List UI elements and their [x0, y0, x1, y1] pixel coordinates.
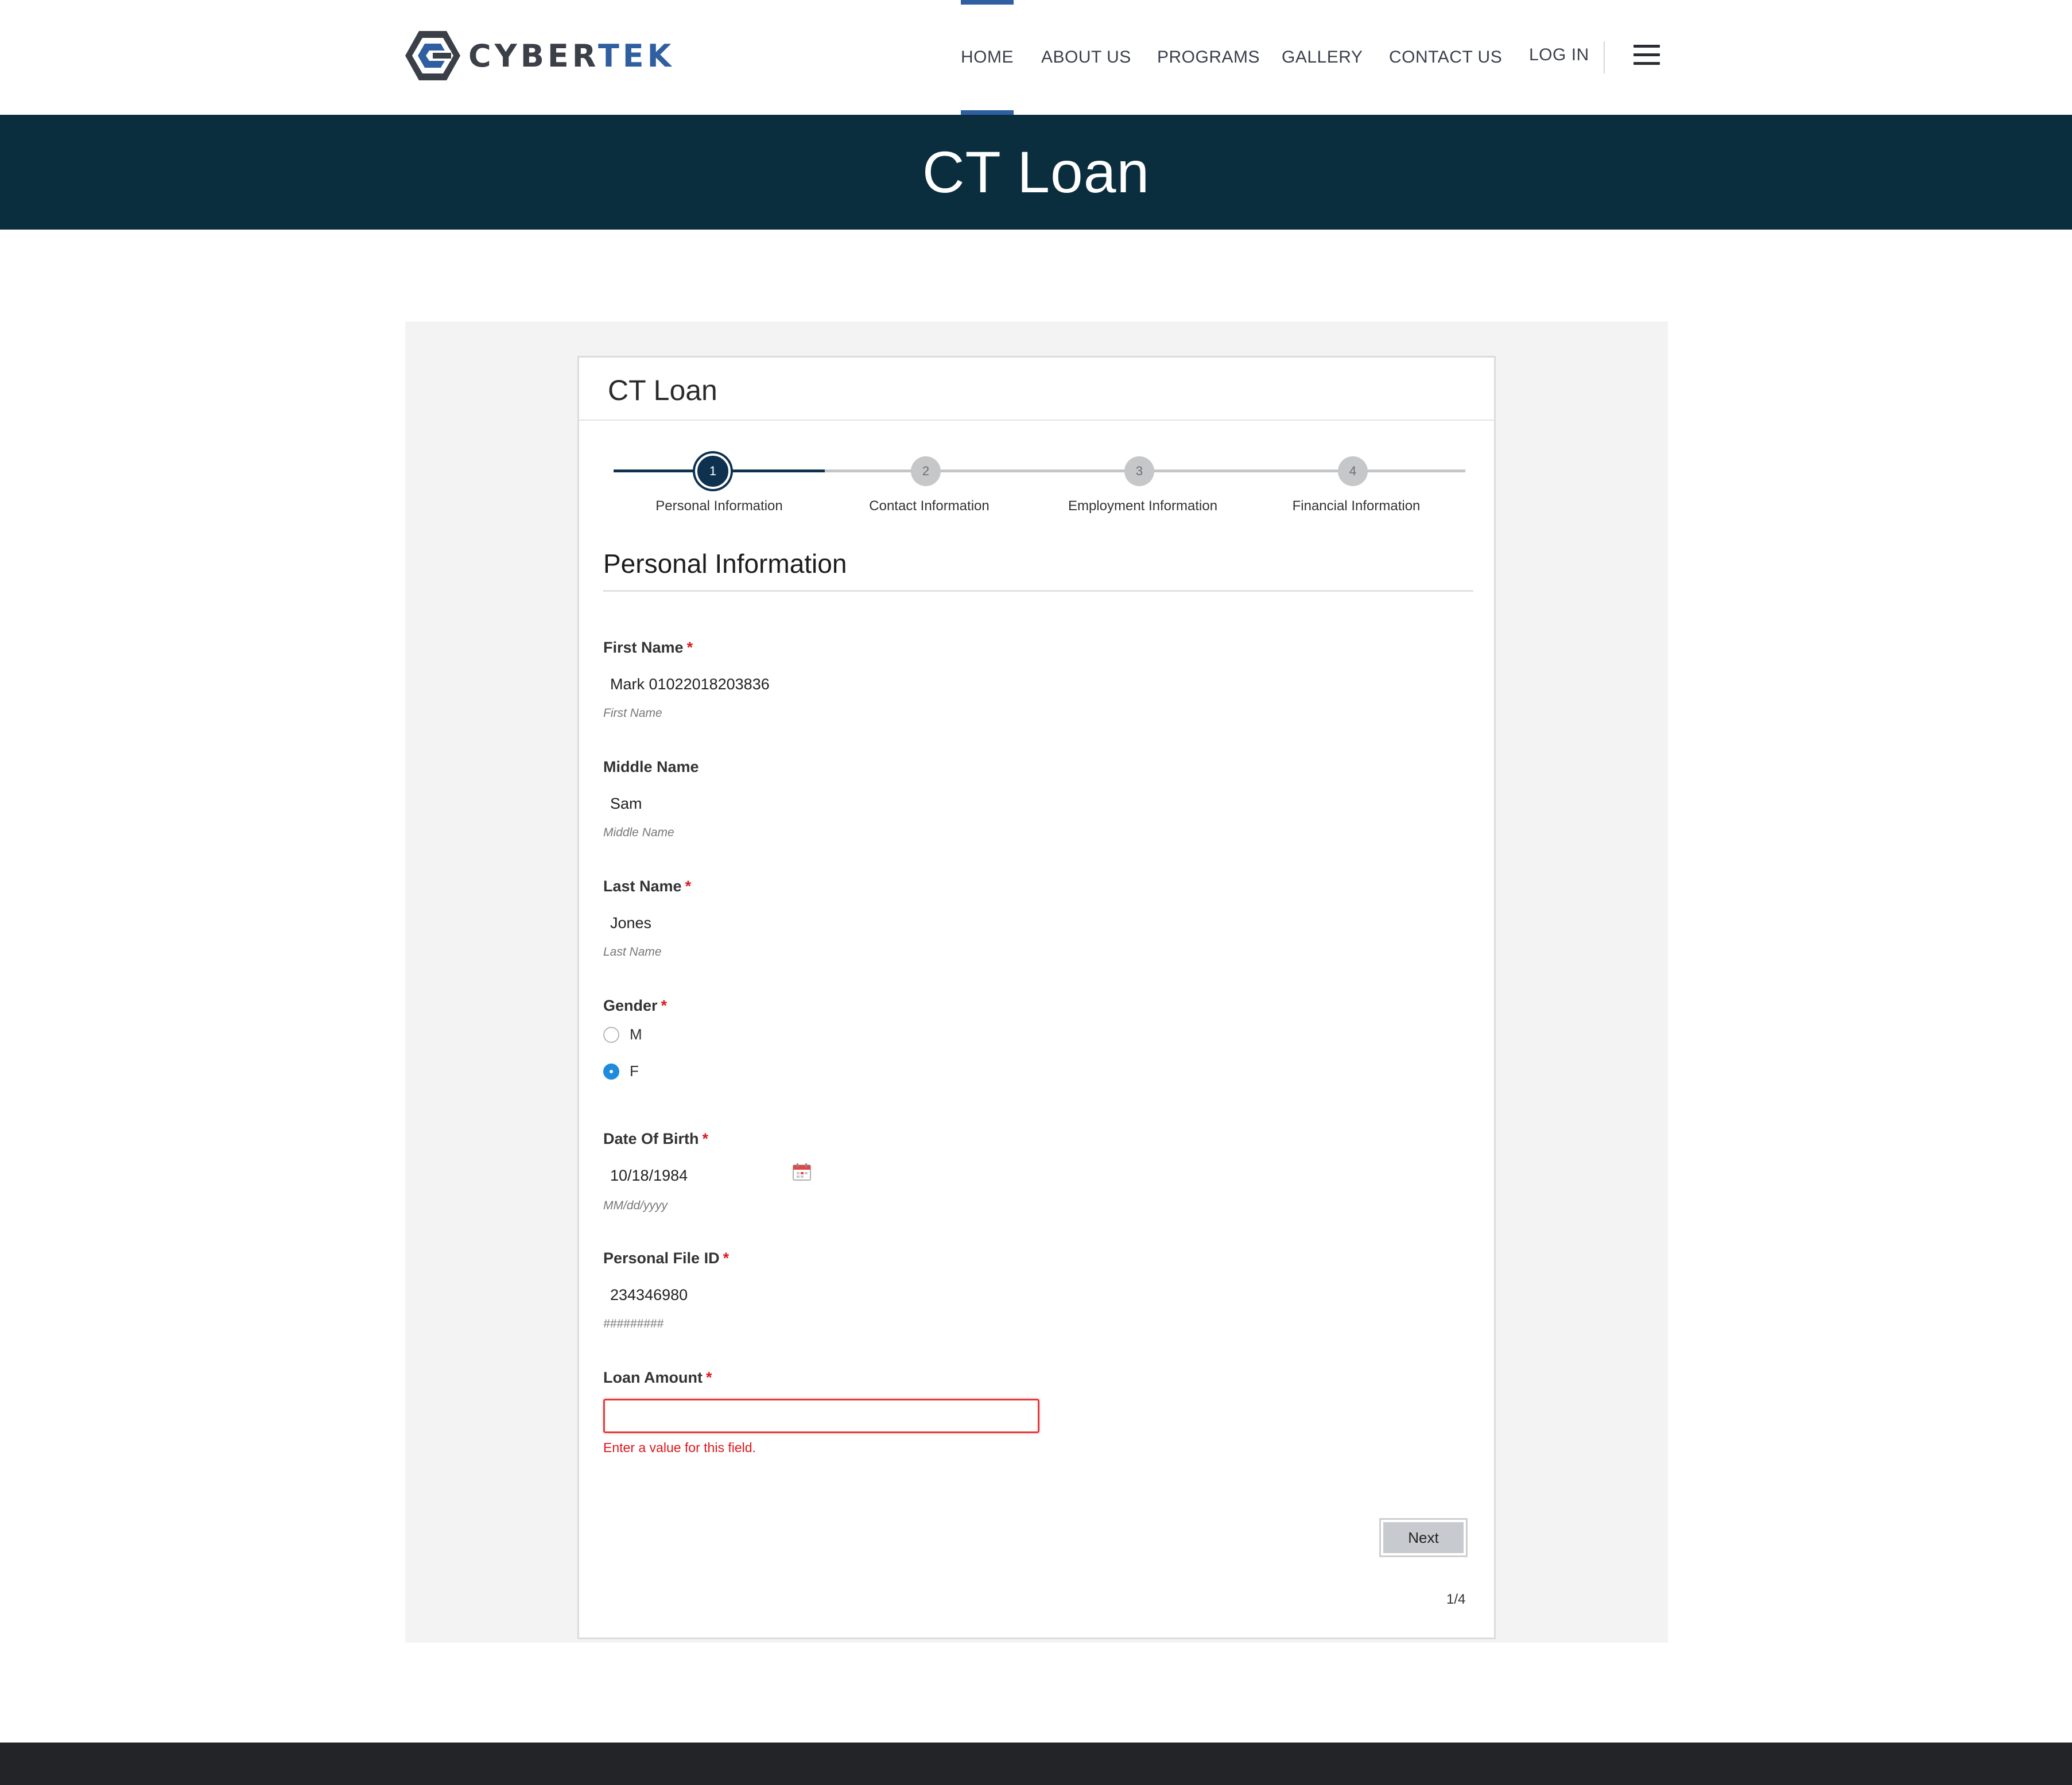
- required-marker: *: [702, 1130, 709, 1147]
- cybertek-logo[interactable]: CYBERTEK: [405, 30, 675, 82]
- calendar-icon[interactable]: [793, 1163, 811, 1181]
- page-title: CT Loan: [922, 139, 1150, 205]
- section-title: Personal Information: [603, 549, 847, 579]
- dob-hint: MM/dd/yyyy: [603, 1199, 668, 1212]
- middle-name-hint: Middle Name: [603, 826, 674, 839]
- file-id-field[interactable]: 234346980: [610, 1286, 688, 1304]
- radio-button-m[interactable]: [603, 1026, 619, 1043]
- nav-contact-us[interactable]: CONTACT US: [1389, 0, 1502, 115]
- logo-text-tek: TEK: [597, 37, 675, 74]
- required-marker: *: [686, 639, 693, 656]
- step-3-indicator[interactable]: 3: [1124, 456, 1154, 486]
- site-footer: [0, 1743, 2072, 1785]
- gender-option-m-label: M: [630, 1026, 642, 1043]
- section-divider: [603, 590, 1473, 592]
- step-3-label: Employment Information: [1068, 498, 1218, 514]
- form-stepper: 1 2 3 4 Personal Information Contact Inf…: [579, 444, 1497, 524]
- required-marker: *: [723, 1250, 730, 1267]
- site-header: CYBERTEK HOME ABOUT US PROGRAMS GALLERY …: [0, 0, 2072, 115]
- last-name-label-text: Last Name: [603, 878, 682, 895]
- first-name-field[interactable]: Mark 01022018203836: [610, 676, 770, 693]
- nav-about-us[interactable]: ABOUT US: [1041, 0, 1131, 115]
- dob-label: Date Of Birth *: [603, 1130, 708, 1148]
- next-button[interactable]: Next: [1379, 1518, 1468, 1557]
- form-title-divider: [579, 420, 1494, 421]
- hamburger-icon[interactable]: [1633, 45, 1660, 65]
- step-4-indicator[interactable]: 4: [1338, 456, 1368, 486]
- dob-field[interactable]: 10/18/1984: [610, 1167, 688, 1185]
- logo-text-cyber: CYBER: [468, 37, 598, 74]
- loan-amount-input[interactable]: [603, 1399, 1039, 1433]
- page-banner: CT Loan: [0, 115, 2072, 230]
- dob-label-text: Date Of Birth: [603, 1130, 699, 1147]
- nav-divider: [1604, 41, 1605, 73]
- nav-programs[interactable]: PROGRAMS: [1157, 0, 1260, 115]
- last-name-label: Last Name *: [603, 878, 691, 895]
- first-name-label-text: First Name: [603, 639, 684, 656]
- gender-label-text: Gender: [603, 997, 658, 1014]
- loan-amount-label-text: Loan Amount: [603, 1369, 703, 1386]
- gender-option-f-label: F: [630, 1062, 639, 1080]
- gender-option-f[interactable]: F: [603, 1062, 639, 1080]
- next-button-label: Next: [1383, 1522, 1464, 1553]
- file-id-label: Personal File ID *: [603, 1250, 729, 1267]
- radio-button-f[interactable]: [603, 1063, 619, 1080]
- step-1-label: Personal Information: [655, 498, 783, 514]
- required-marker: *: [661, 997, 668, 1014]
- step-4-label: Financial Information: [1292, 498, 1421, 514]
- step-2-label: Contact Information: [869, 498, 990, 514]
- first-name-hint: First Name: [603, 707, 662, 720]
- gender-option-m[interactable]: M: [603, 1026, 642, 1043]
- loan-amount-label: Loan Amount *: [603, 1369, 712, 1387]
- step-1-indicator[interactable]: 1: [695, 453, 731, 489]
- middle-name-label: Middle Name: [603, 758, 699, 775]
- nav-gallery[interactable]: GALLERY: [1282, 0, 1363, 115]
- last-name-field[interactable]: Jones: [610, 914, 651, 932]
- file-id-hint: #########: [603, 1317, 664, 1330]
- gender-label: Gender *: [603, 997, 667, 1015]
- page-indicator: 1/4: [1446, 1592, 1466, 1607]
- first-name-label: First Name *: [603, 639, 693, 657]
- file-id-label-text: Personal File ID: [603, 1250, 720, 1267]
- loan-amount-error: Enter a value for this field.: [603, 1440, 756, 1455]
- nav-home[interactable]: HOME: [961, 0, 1014, 115]
- required-marker: *: [705, 1369, 712, 1386]
- cybertek-logo-icon: [405, 31, 460, 80]
- last-name-hint: Last Name: [603, 945, 662, 959]
- required-marker: *: [685, 878, 692, 895]
- loan-form-card: CT Loan 1 2 3 4 Personal Information Con…: [577, 356, 1496, 1639]
- step-2-indicator[interactable]: 2: [911, 456, 941, 486]
- nav-log-in[interactable]: LOG IN: [1529, 0, 1589, 112]
- logo-wordmark: CYBERTEK: [468, 38, 675, 74]
- middle-name-field[interactable]: Sam: [610, 795, 642, 813]
- form-title: CT Loan: [608, 374, 717, 406]
